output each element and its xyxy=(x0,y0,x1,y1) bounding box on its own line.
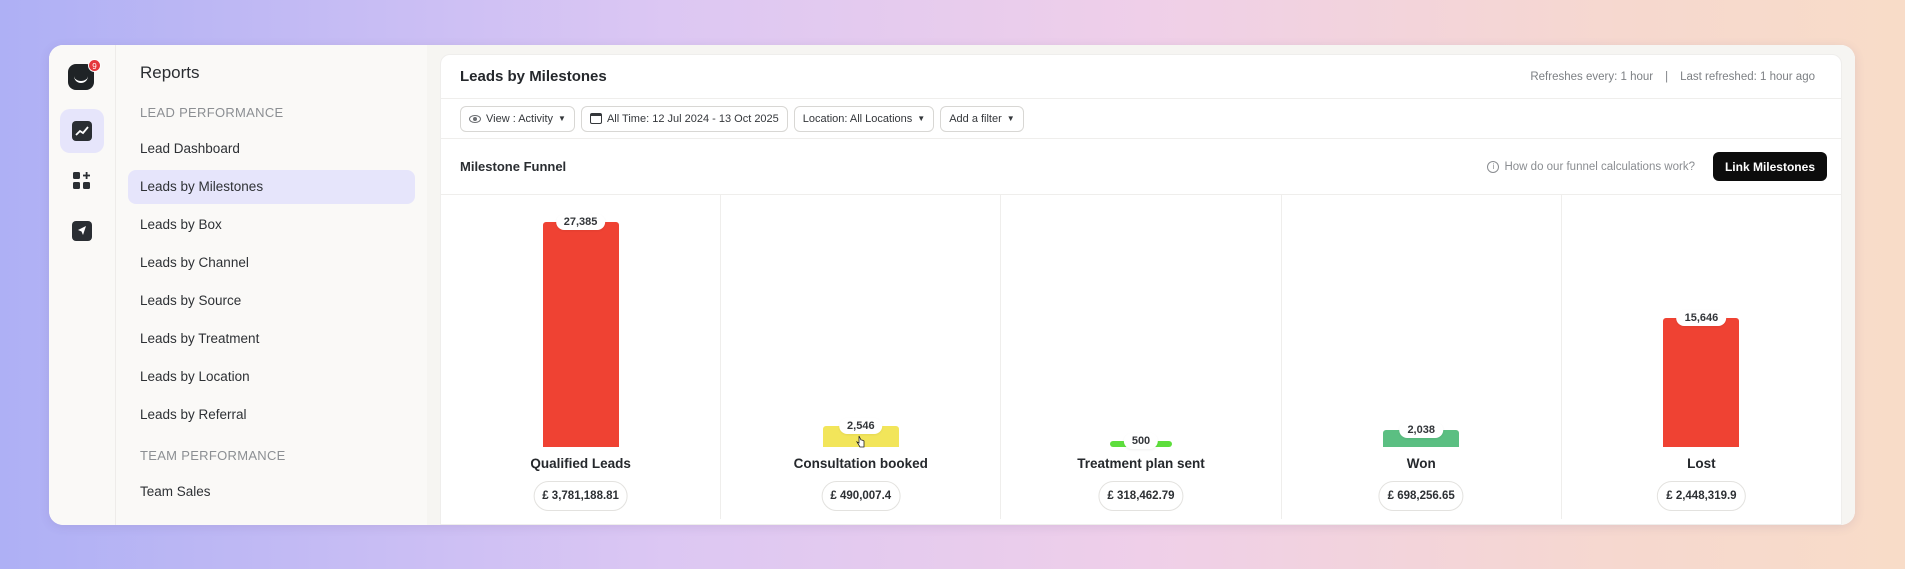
sidebar-item-leads-by-treatment[interactable]: Leads by Treatment xyxy=(128,322,415,356)
link-milestones-button[interactable]: Link Milestones xyxy=(1712,152,1827,181)
stage-count-label: 2,038 xyxy=(1399,422,1443,438)
hand-pointer-cursor-icon xyxy=(855,435,865,448)
funnel-chart: 27,385 Qualified Leads £ 3,781,188.81 2,… xyxy=(441,195,1841,519)
chevron-down-icon: ▼ xyxy=(917,114,926,123)
sidebar-title: Reports xyxy=(140,63,200,82)
location-label: Location: All Locations xyxy=(802,112,913,125)
funnel-help-text: How do our funnel calculations work? xyxy=(1504,160,1695,173)
funnel-header: Milestone Funnel i How do our funnel cal… xyxy=(441,139,1841,195)
lead-performance-heading: LEAD PERFORMANCE xyxy=(140,105,284,120)
stage-won: 2,038 Won £ 698,256.65 xyxy=(1282,195,1562,519)
reports-sidebar: Reports LEAD PERFORMANCE Lead Dashboard … xyxy=(116,45,427,525)
add-filter-label: Add a filter xyxy=(949,112,1002,125)
stage-count-label: 15,646 xyxy=(1676,310,1727,326)
date-range-picker[interactable]: All Time: 12 Jul 2024 - 13 Oct 2025 xyxy=(580,105,788,132)
stage-name: Won xyxy=(1406,456,1436,471)
stage-value: £ 2,448,319.9 xyxy=(1657,481,1746,511)
sidebar-item-team-sales[interactable]: Team Sales xyxy=(128,475,415,509)
team-performance-heading: TEAM PERFORMANCE xyxy=(140,448,286,463)
funnel-help-link[interactable]: i How do our funnel calculations work? xyxy=(1487,160,1695,173)
stage-bar[interactable] xyxy=(1663,318,1740,447)
location-dropdown[interactable]: Location: All Locations ▼ xyxy=(793,105,935,132)
stage-name: Consultation booked xyxy=(793,456,928,471)
calendar-icon xyxy=(589,113,602,124)
chart-icon xyxy=(72,121,92,141)
chevron-down-icon: ▼ xyxy=(1006,114,1015,123)
info-icon: i xyxy=(1487,160,1500,173)
stage-value: £ 698,256.65 xyxy=(1378,481,1464,511)
notification-badge: 9 xyxy=(88,59,101,72)
icon-rail: 9 xyxy=(49,45,116,525)
sidebar-item-leads-by-box[interactable]: Leads by Box xyxy=(128,208,415,242)
stage-qualified-leads: 27,385 Qualified Leads £ 3,781,188.81 xyxy=(441,195,722,519)
refresh-interval: Refreshes every: 1 hour xyxy=(1530,70,1654,83)
sidebar-item-leads-by-channel[interactable]: Leads by Channel xyxy=(128,246,415,280)
reports-nav-button[interactable] xyxy=(60,109,104,153)
stage-treatment-plan-sent: 500 Treatment plan sent £ 318,462.79 xyxy=(1001,195,1282,519)
funnel-actions: i How do our funnel calculations work? L… xyxy=(1487,152,1827,181)
stage-count-label: 500 xyxy=(1123,433,1159,449)
add-filter-dropdown[interactable]: Add a filter ▼ xyxy=(940,105,1024,132)
app-logo[interactable]: 9 xyxy=(67,59,101,91)
page-title: Leads by Milestones xyxy=(460,68,607,85)
stage-bar[interactable] xyxy=(542,222,619,447)
refresh-separator: | xyxy=(1665,70,1669,83)
last-refreshed: Last refreshed: 1 hour ago xyxy=(1680,70,1815,83)
apps-add-icon xyxy=(73,172,90,189)
apps-nav-button[interactable] xyxy=(60,159,104,203)
report-header: Leads by Milestones Refreshes every: 1 h… xyxy=(441,55,1841,99)
sidebar-item-leads-by-location[interactable]: Leads by Location xyxy=(128,360,415,394)
view-dropdown[interactable]: View : Activity ▼ xyxy=(460,105,575,132)
stage-count-label: 27,385 xyxy=(555,214,606,230)
stage-value: £ 490,007.4 xyxy=(821,481,901,511)
stage-count-label: 2,546 xyxy=(839,418,883,434)
main-content: Leads by Milestones Refreshes every: 1 h… xyxy=(427,45,1855,525)
report-panel: Leads by Milestones Refreshes every: 1 h… xyxy=(440,54,1842,525)
stage-name: Lost xyxy=(1687,456,1716,471)
sidebar-item-lead-dashboard[interactable]: Lead Dashboard xyxy=(128,132,415,166)
filter-bar: View : Activity ▼ All Time: 12 Jul 2024 … xyxy=(441,99,1841,139)
sidebar-item-leads-by-source[interactable]: Leads by Source xyxy=(128,284,415,318)
send-icon xyxy=(72,221,92,241)
stage-value: £ 3,781,188.81 xyxy=(533,481,628,511)
eye-icon xyxy=(469,114,481,123)
funnel-title: Milestone Funnel xyxy=(460,159,567,174)
stage-name: Qualified Leads xyxy=(530,456,631,471)
view-label: View : Activity xyxy=(486,112,554,125)
sidebar-item-leads-by-milestones[interactable]: Leads by Milestones xyxy=(128,170,415,204)
stage-name: Treatment plan sent xyxy=(1077,456,1205,471)
date-range-label: All Time: 12 Jul 2024 - 13 Oct 2025 xyxy=(606,112,779,125)
stage-consultation-booked: 2,546 Consultation booked £ 490,007.4 xyxy=(721,195,1002,519)
sidebar-item-leads-by-referral[interactable]: Leads by Referral xyxy=(128,398,415,432)
stage-lost: 15,646 Lost £ 2,448,319.9 xyxy=(1562,195,1841,519)
chevron-down-icon: ▼ xyxy=(558,114,566,123)
app-window: 9 Reports LEAD PERFORMANCE Lead Dashboar… xyxy=(49,45,1855,525)
lead-items-list: Lead Dashboard Leads by Milestones Leads… xyxy=(128,132,415,432)
refresh-info: Refreshes every: 1 hour | Last refreshed… xyxy=(1530,71,1815,83)
campaigns-nav-button[interactable] xyxy=(60,209,104,253)
stage-value: £ 318,462.79 xyxy=(1098,481,1184,511)
